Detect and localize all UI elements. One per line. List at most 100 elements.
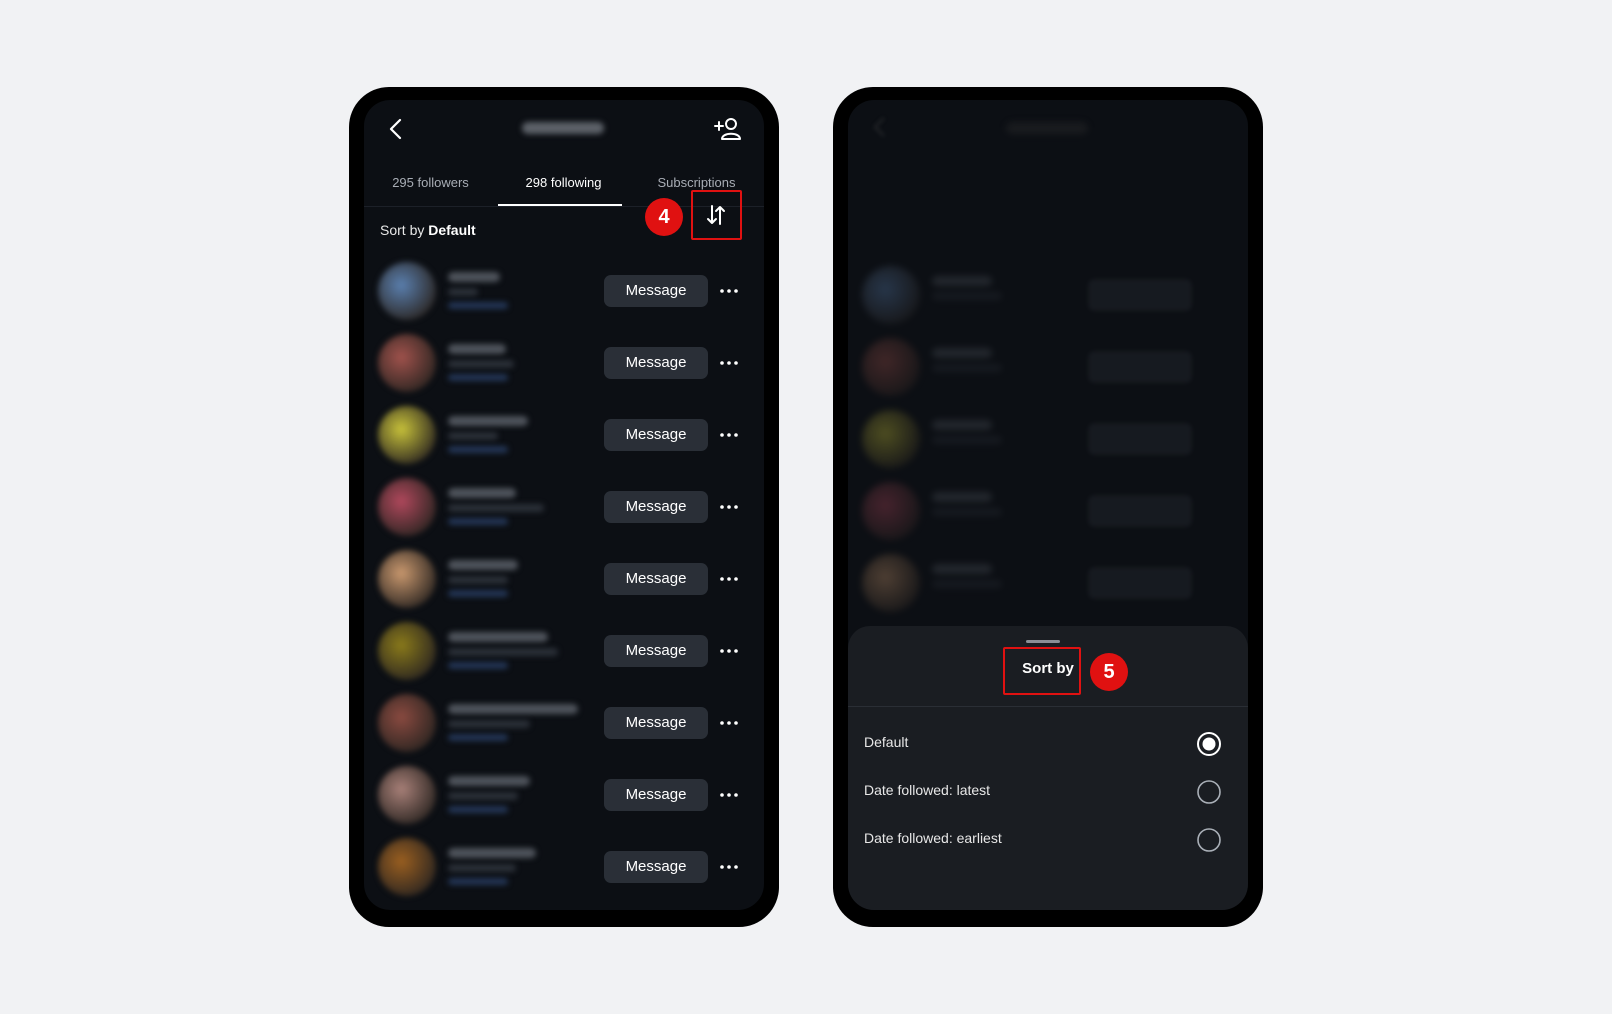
message-button[interactable]: Message — [604, 275, 708, 307]
more-options-icon[interactable] — [714, 712, 744, 734]
step-5-badge: 5 — [1090, 653, 1128, 691]
sort-label: Sort by Default — [380, 222, 476, 238]
username-blurred — [448, 848, 536, 858]
message-button[interactable]: Message — [604, 491, 708, 523]
subtitle-blurred — [932, 580, 1002, 588]
username-blurred — [448, 488, 516, 498]
avatar[interactable] — [378, 766, 436, 824]
avatar[interactable] — [378, 694, 436, 752]
sort-option-label: Default — [864, 734, 909, 750]
username-blurred — [932, 420, 992, 430]
subtitle-blurred — [448, 432, 498, 440]
subtitle-blurred — [448, 864, 516, 872]
username-blurred — [448, 704, 578, 714]
more-options-icon[interactable] — [714, 784, 744, 806]
radio-unselected-icon[interactable] — [1196, 779, 1222, 805]
add-person-icon[interactable] — [712, 115, 744, 143]
list-item[interactable]: Message — [364, 616, 764, 688]
subtitle-blurred — [932, 436, 1002, 444]
more-options-icon[interactable] — [714, 352, 744, 374]
message-button — [1088, 351, 1192, 383]
sort-sheet-screen: Sort by Default Date followed: latest Date… — [848, 100, 1248, 910]
status-blurred — [448, 878, 508, 885]
subtitle-blurred — [932, 508, 1002, 516]
more-options-icon[interactable] — [714, 856, 744, 878]
avatar[interactable] — [378, 838, 436, 896]
avatar[interactable] — [378, 550, 436, 608]
sort-option-label: Date followed: latest — [864, 782, 991, 798]
username-blurred — [448, 272, 500, 282]
tab-followers[interactable]: 295 followers — [364, 160, 497, 206]
status-blurred — [448, 374, 508, 381]
list-item[interactable]: Message — [364, 760, 764, 832]
sheet-grab-handle[interactable] — [1026, 640, 1060, 643]
sort-option-label: Date followed: earliest — [864, 830, 1002, 846]
username-blurred — [448, 560, 518, 570]
radio-unselected-icon[interactable] — [1196, 827, 1222, 853]
phone-frame-sort-sheet: Sort by Default Date followed: latest Date… — [833, 87, 1263, 927]
list-item — [848, 332, 1248, 404]
more-options-icon[interactable] — [714, 640, 744, 662]
username-blurred — [932, 276, 992, 286]
avatar[interactable] — [378, 406, 436, 464]
subtitle-blurred — [448, 648, 558, 656]
step-4-badge: 4 — [645, 198, 683, 236]
message-button[interactable]: Message — [604, 419, 708, 451]
avatar — [862, 266, 920, 324]
message-button[interactable]: Message — [604, 707, 708, 739]
subtitle-blurred — [448, 792, 518, 800]
subtitle-blurred — [932, 292, 1002, 300]
avatar[interactable] — [378, 262, 436, 320]
subtitle-blurred — [448, 360, 514, 368]
more-options-icon[interactable] — [714, 568, 744, 590]
message-button[interactable]: Message — [604, 635, 708, 667]
message-button[interactable]: Message — [604, 563, 708, 595]
list-item[interactable]: Message — [364, 400, 764, 472]
username-blurred — [448, 776, 530, 786]
avatar — [862, 482, 920, 540]
list-item[interactable]: Message — [364, 688, 764, 760]
list-item — [848, 476, 1248, 548]
back-arrow-icon — [873, 117, 885, 137]
list-item[interactable]: Message — [364, 544, 764, 616]
list-item — [848, 548, 1248, 620]
message-button[interactable]: Message — [604, 347, 708, 379]
subtitle-blurred — [448, 504, 544, 512]
list-item[interactable]: Message — [364, 472, 764, 544]
divider — [848, 706, 1248, 707]
status-blurred — [448, 806, 508, 813]
username-title-blurred — [1006, 122, 1088, 134]
back-arrow-icon[interactable] — [386, 116, 406, 142]
subtitle-blurred — [448, 288, 478, 296]
list-item[interactable]: Message — [364, 328, 764, 400]
avatar — [862, 554, 920, 612]
avatar[interactable] — [378, 478, 436, 536]
sort-toggle-icon[interactable] — [704, 203, 728, 227]
sort-by-title-highlight — [1003, 647, 1081, 695]
list-item[interactable]: Message — [364, 256, 764, 328]
sort-option[interactable]: Date followed: earliest — [848, 816, 1248, 864]
username-blurred — [932, 564, 992, 574]
status-blurred — [448, 446, 508, 453]
more-options-icon[interactable] — [714, 280, 744, 302]
sort-option[interactable]: Date followed: latest — [848, 768, 1248, 816]
radio-selected-icon[interactable] — [1196, 731, 1222, 757]
more-options-icon[interactable] — [714, 496, 744, 518]
sort-option[interactable]: Default — [848, 720, 1248, 768]
more-options-icon[interactable] — [714, 424, 744, 446]
avatar — [862, 410, 920, 468]
avatar[interactable] — [378, 622, 436, 680]
sort-value: Default — [428, 222, 476, 238]
message-button[interactable]: Message — [604, 779, 708, 811]
subtitle-blurred — [932, 364, 1002, 372]
avatar[interactable] — [378, 334, 436, 392]
status-blurred — [448, 302, 508, 309]
status-blurred — [448, 734, 508, 741]
list-item[interactable]: Message — [364, 832, 764, 904]
username-title-blurred — [522, 122, 604, 134]
message-button — [1088, 567, 1192, 599]
tab-following[interactable]: 298 following — [497, 160, 630, 206]
message-button[interactable]: Message — [604, 851, 708, 883]
status-blurred — [448, 518, 508, 525]
avatar — [862, 338, 920, 396]
